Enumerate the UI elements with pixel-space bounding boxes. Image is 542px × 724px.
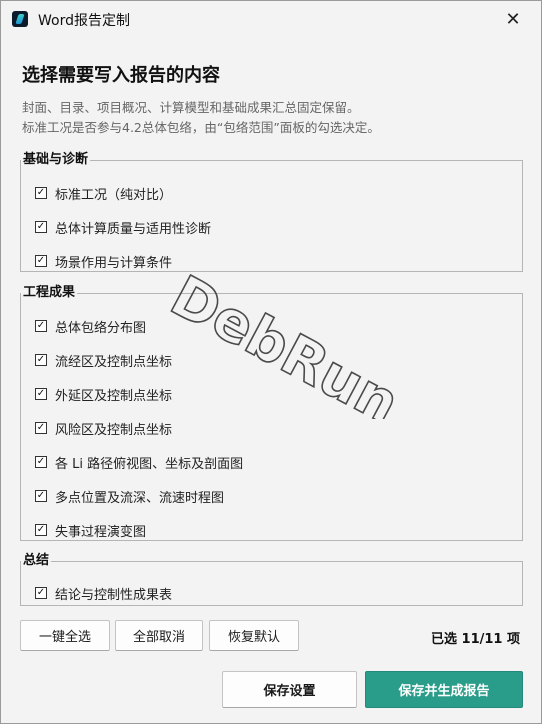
group-title: 总结	[23, 553, 50, 568]
checkbox[interactable]: ✓	[35, 490, 47, 502]
check-icon: ✓	[36, 587, 46, 598]
close-icon: ✕	[505, 8, 521, 30]
checkbox-label: 总体包络分布图	[55, 320, 147, 336]
checkbox-label: 总体计算质量与适用性诊断	[55, 221, 212, 237]
checkbox-label: 失事过程演变图	[55, 524, 147, 540]
checkbox-label: 场景作用与计算条件	[55, 255, 173, 271]
checkbox-item[interactable]: ✓ 流经区及控制点坐标	[35, 351, 173, 370]
checkbox-item[interactable]: ✓ 标准工况（纯对比）	[35, 184, 173, 203]
checkbox[interactable]: ✓	[35, 587, 47, 599]
check-icon: ✓	[36, 388, 46, 399]
select-all-button[interactable]: 一键全选	[20, 620, 110, 651]
checkbox-item[interactable]: ✓ 总体计算质量与适用性诊断	[35, 218, 212, 237]
clear-all-button[interactable]: 全部取消	[115, 620, 203, 651]
group-basics-diagnostics: 基础与诊断 ✓ 标准工况（纯对比） ✓ 总体计算质量与适用性诊断 ✓ 场景作用与…	[20, 153, 523, 272]
group-summary: 总结 ✓ 结论与控制性成果表	[20, 554, 523, 606]
check-icon: ✓	[36, 456, 46, 467]
description-line-2: 标准工况是否参与4.2总体包络，由“包络范围”面板的勾选决定。	[22, 120, 380, 135]
check-icon: ✓	[36, 422, 46, 433]
checkbox[interactable]: ✓	[35, 354, 47, 366]
check-icon: ✓	[36, 490, 46, 501]
group-title: 工程成果	[23, 285, 76, 300]
checkbox-item[interactable]: ✓ 结论与控制性成果表	[35, 584, 173, 603]
checkbox-label: 多点位置及流深、流速时程图	[55, 490, 225, 506]
selection-count: 已选 11/11 项	[431, 632, 520, 647]
save-and-generate-button[interactable]: 保存并生成报告	[365, 671, 523, 708]
title-bar: Word报告定制 ✕	[1, 1, 541, 37]
checkbox[interactable]: ✓	[35, 524, 47, 536]
dialog-window: Word报告定制 ✕ 选择需要写入报告的内容 封面、目录、项目概况、计算模型和基…	[0, 0, 542, 724]
group-engineering-results: 工程成果 ✓ 总体包络分布图 ✓ 流经区及控制点坐标 ✓ 外延区及控制点坐标 ✓…	[20, 286, 523, 541]
group-title: 基础与诊断	[23, 152, 89, 167]
checkbox-item[interactable]: ✓ 外延区及控制点坐标	[35, 385, 173, 404]
checkbox[interactable]: ✓	[35, 255, 47, 267]
checkbox[interactable]: ✓	[35, 388, 47, 400]
checkbox-label: 外延区及控制点坐标	[55, 388, 173, 404]
window-title: Word报告定制	[38, 13, 130, 29]
checkbox-label: 各 Li 路径俯视图、坐标及剖面图	[55, 456, 244, 472]
check-icon: ✓	[36, 255, 46, 266]
checkbox[interactable]: ✓	[35, 422, 47, 434]
checkbox-label: 标准工况（纯对比）	[55, 187, 173, 203]
checkbox-item[interactable]: ✓ 失事过程演变图	[35, 521, 147, 540]
page-heading: 选择需要写入报告的内容	[22, 65, 220, 86]
checkbox-label: 结论与控制性成果表	[55, 587, 173, 603]
restore-default-button[interactable]: 恢复默认	[209, 620, 299, 651]
checkbox-item[interactable]: ✓ 场景作用与计算条件	[35, 252, 173, 271]
save-settings-button[interactable]: 保存设置	[222, 671, 357, 708]
check-icon: ✓	[36, 354, 46, 365]
app-logo-icon	[12, 11, 28, 27]
checkbox[interactable]: ✓	[35, 221, 47, 233]
check-icon: ✓	[36, 320, 46, 331]
checkbox[interactable]: ✓	[35, 456, 47, 468]
checkbox-label: 流经区及控制点坐标	[55, 354, 173, 370]
check-icon: ✓	[36, 221, 46, 232]
check-icon: ✓	[36, 524, 46, 535]
checkbox-item[interactable]: ✓ 风险区及控制点坐标	[35, 419, 173, 438]
checkbox-label: 风险区及控制点坐标	[55, 422, 173, 438]
checkbox-item[interactable]: ✓ 多点位置及流深、流速时程图	[35, 487, 225, 506]
checkbox-item[interactable]: ✓ 总体包络分布图	[35, 317, 147, 336]
close-button[interactable]: ✕	[493, 4, 533, 34]
check-icon: ✓	[36, 187, 46, 198]
checkbox-item[interactable]: ✓ 各 Li 路径俯视图、坐标及剖面图	[35, 453, 244, 472]
description-line-1: 封面、目录、项目概况、计算模型和基础成果汇总固定保留。	[22, 100, 360, 115]
checkbox[interactable]: ✓	[35, 320, 47, 332]
checkbox[interactable]: ✓	[35, 187, 47, 199]
